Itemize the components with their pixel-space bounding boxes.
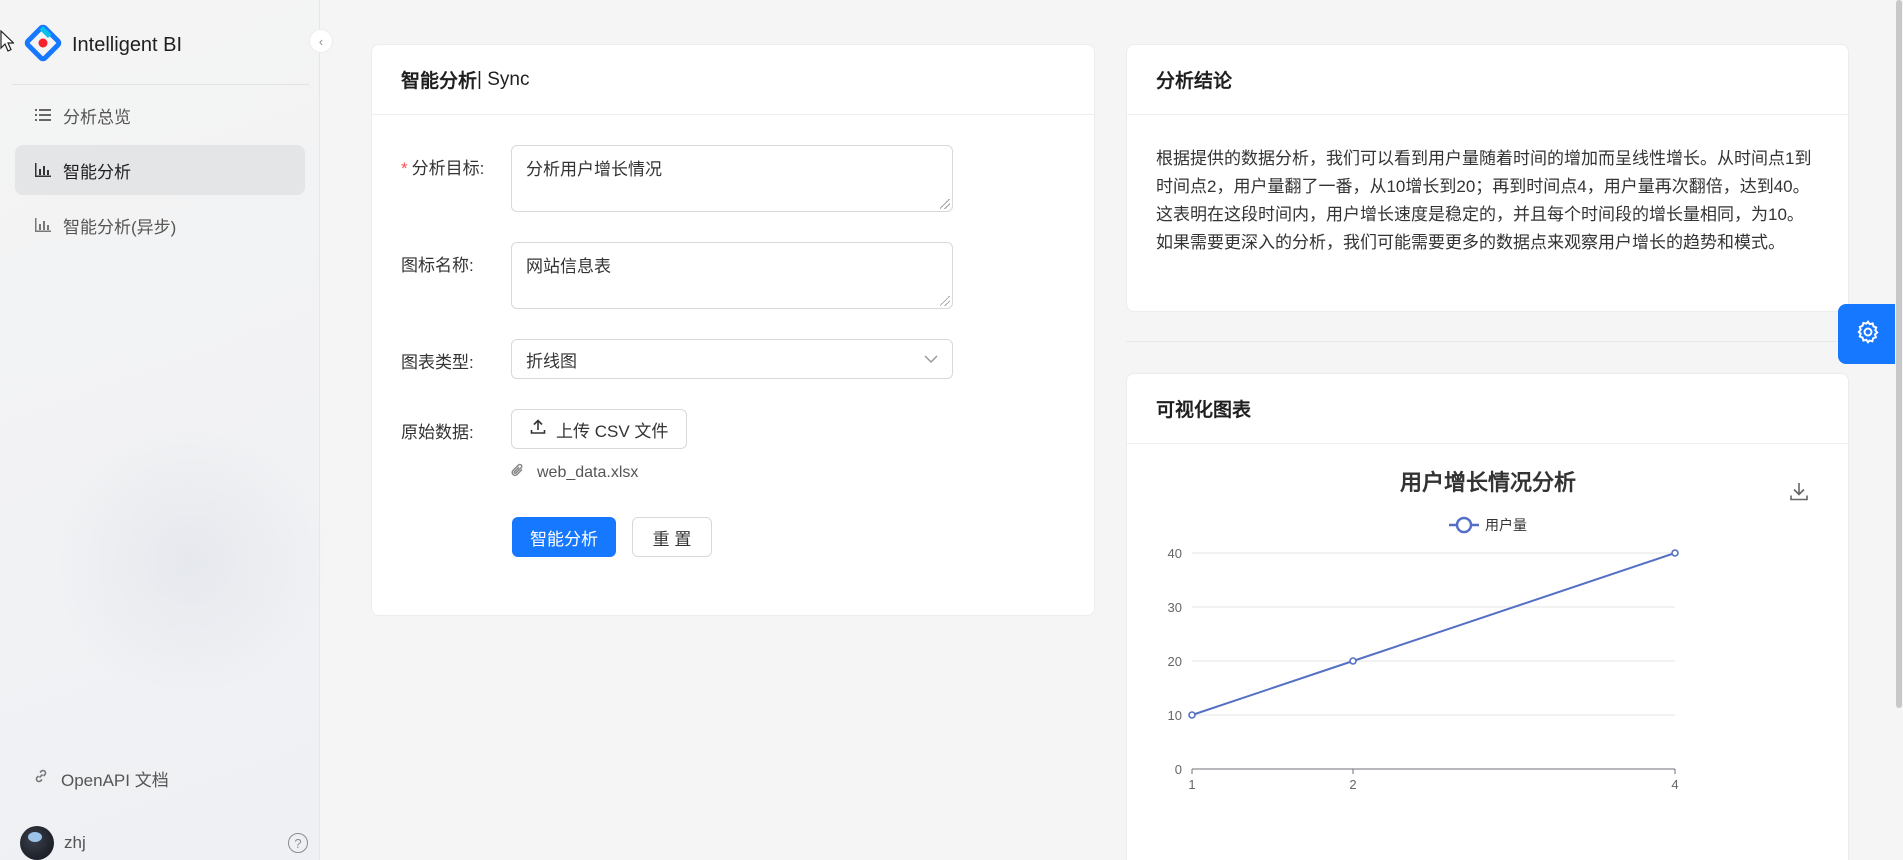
- chart-card: 可视化图表 用户增长情况分析 用户量 0 10 20 30 40 1 2 4: [1126, 373, 1849, 860]
- y-tick-label: 20: [1168, 654, 1182, 669]
- submit-analysis-button[interactable]: 智能分析: [512, 517, 616, 557]
- chevron-left-icon: ‹: [318, 33, 324, 49]
- sidebar-decoration: [40, 430, 340, 690]
- upload-icon: [530, 418, 546, 440]
- chart-name-value: 网站信息表: [526, 257, 611, 276]
- x-tick-label: 4: [1671, 777, 1678, 792]
- chart-series: [1188, 549, 1679, 719]
- y-tick-label: 10: [1168, 708, 1182, 723]
- sidebar-item-smart-analysis[interactable]: 智能分析: [15, 145, 305, 195]
- page-scrollbar[interactable]: [1895, 0, 1903, 860]
- sidebar-item-overview[interactable]: 分析总览: [15, 90, 305, 140]
- sidebar: Intelligent BI ‹ 分析总览 智能分析 智能分析(异步) Open…: [0, 0, 340, 860]
- uploaded-file-item[interactable]: web_data.xlsx: [511, 462, 638, 483]
- username: zhj: [64, 833, 86, 852]
- chart-title: 用户增长情况分析: [1400, 470, 1576, 495]
- chart-name-row: 图标名称: 网站信息表: [401, 242, 953, 309]
- required-mark: *: [401, 159, 408, 178]
- goal-label: * 分析目标:: [401, 159, 485, 178]
- y-tick-label: 0: [1175, 762, 1182, 777]
- x-axis: 1 2 4: [1188, 768, 1679, 792]
- chevron-down-icon: [924, 351, 938, 367]
- chart-type-row: 图表类型: 折线图: [401, 339, 953, 379]
- sidebar-item-label: 智能分析: [63, 162, 131, 182]
- legend-marker: [1455, 516, 1473, 534]
- sidebar-item-smart-analysis-async[interactable]: 智能分析(异步): [15, 200, 305, 250]
- data-point: [1349, 657, 1357, 665]
- list-icon: [35, 107, 51, 123]
- scrollbar-thumb[interactable]: [1896, 0, 1902, 708]
- bar-chart-icon: [35, 162, 51, 178]
- data-point: [1188, 711, 1196, 719]
- chart-type-select[interactable]: 折线图: [511, 339, 953, 379]
- series-line: [1191, 552, 1676, 716]
- sidebar-menu: 分析总览 智能分析 智能分析(异步): [15, 90, 305, 255]
- divider: [12, 84, 309, 85]
- chart-type-value: 折线图: [526, 351, 577, 371]
- chart-legend[interactable]: 用户量: [1449, 516, 1527, 534]
- y-axis: 0 10 20 30 40: [1168, 546, 1182, 777]
- openapi-docs-link[interactable]: OpenAPI 文档: [33, 766, 169, 791]
- line-chart: 用户增长情况分析 用户量 0 10 20 30 40 1 2 4: [1168, 470, 1808, 792]
- goal-row: * 分析目标: 分析用户增长情况: [401, 145, 953, 212]
- logo-icon: [22, 22, 64, 69]
- resize-handle-icon[interactable]: [940, 199, 950, 209]
- brand-name: Intelligent BI: [72, 33, 183, 56]
- link-icon: [33, 768, 49, 789]
- goal-value: 分析用户增长情况: [526, 160, 662, 179]
- user-profile[interactable]: zhj ?: [20, 826, 308, 860]
- brand[interactable]: Intelligent BI: [22, 22, 182, 68]
- goal-textarea[interactable]: 分析用户增长情况: [511, 145, 953, 212]
- help-icon[interactable]: ?: [288, 833, 308, 853]
- raw-data-label: 原始数据:: [401, 423, 474, 442]
- chart-card-header: 可视化图表: [1127, 374, 1848, 444]
- resize-handle-icon[interactable]: [940, 296, 950, 306]
- chart-card-title: 可视化图表: [1156, 400, 1252, 421]
- chart-area: 用户增长情况分析 用户量 0 10 20 30 40 1 2 4: [1127, 445, 1850, 860]
- reset-button[interactable]: 重 置: [632, 517, 712, 557]
- y-tick-label: 40: [1168, 546, 1182, 561]
- data-point: [1671, 549, 1679, 557]
- analysis-form-card: 智能分析 | Sync * 分析目标: 分析用户增长情况 图标名称: 网站信息表 …: [371, 44, 1095, 616]
- y-tick-label: 30: [1168, 600, 1182, 615]
- x-tick-label: 1: [1188, 777, 1195, 792]
- raw-data-row: 原始数据: 上传 CSV 文件: [401, 409, 688, 449]
- mouse-cursor-icon: [0, 29, 15, 57]
- upload-label: 上传 CSV 文件: [556, 421, 669, 441]
- sidebar-item-label: 分析总览: [63, 107, 131, 127]
- legend-label: 用户量: [1485, 517, 1527, 533]
- chart-name-textarea[interactable]: 网站信息表: [511, 242, 953, 309]
- conclusion-title: 分析结论: [1156, 71, 1233, 92]
- collapse-sidebar-button[interactable]: ‹: [309, 29, 333, 53]
- form-title: 智能分析: [401, 71, 478, 92]
- form-title-suffix: | Sync: [477, 68, 530, 90]
- divider: [1126, 341, 1849, 342]
- download-icon[interactable]: [1790, 483, 1808, 501]
- settings-button[interactable]: [1838, 304, 1898, 364]
- avatar[interactable]: [20, 826, 54, 860]
- paperclip-icon: [511, 462, 525, 483]
- gear-icon: [1855, 319, 1881, 350]
- upload-csv-button[interactable]: 上传 CSV 文件: [511, 409, 688, 449]
- bar-chart-icon: [35, 217, 51, 233]
- conclusion-card: 分析结论 根据提供的数据分析，我们可以看到用户量随着时间的增加而呈线性增长。从时…: [1126, 44, 1849, 312]
- chart-type-label: 图表类型:: [401, 353, 474, 372]
- conclusion-text: 根据提供的数据分析，我们可以看到用户量随着时间的增加而呈线性增长。从时间点1到时…: [1156, 149, 1812, 252]
- x-tick-label: 2: [1349, 777, 1356, 792]
- openapi-docs-label: OpenAPI 文档: [61, 771, 169, 790]
- chart-name-label: 图标名称:: [401, 256, 474, 275]
- uploaded-file-name: web_data.xlsx: [537, 463, 639, 481]
- form-card-header: 智能分析 | Sync: [372, 45, 1094, 115]
- conclusion-card-header: 分析结论: [1127, 45, 1848, 115]
- sidebar-item-label: 智能分析(异步): [63, 217, 177, 237]
